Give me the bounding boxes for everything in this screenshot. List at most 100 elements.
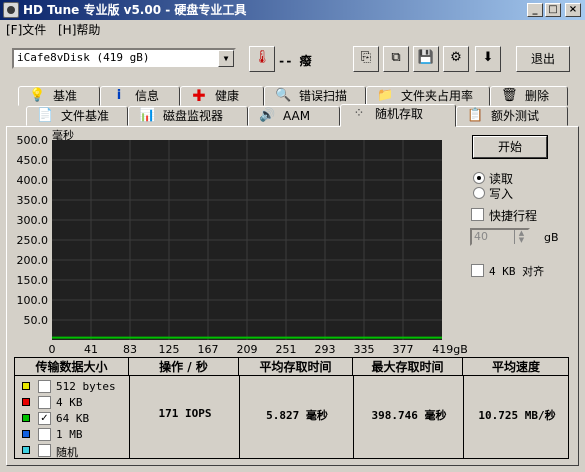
tab-info[interactable]: i 信息 [100,86,180,106]
health-cross-icon: ✚ [192,86,206,105]
tab-file-benchmark[interactable]: 📄 文件基准 [26,106,128,126]
transfer-size-label: 1 MB [56,428,83,441]
tab-extra-tests[interactable]: 📋 额外测试 [456,106,568,126]
y-tick-label: 200.0 [16,254,49,267]
copy-info-icon[interactable]: ⎘ [353,46,379,72]
avg-access-value: 5.827 毫秒 [266,409,328,422]
y-tick-label: 100.0 [16,294,49,307]
tab-random-access[interactable]: ⁘ 随机存取 [340,104,456,127]
max-access-value: 398.746 毫秒 [371,409,447,422]
y-tick-label: 400.0 [16,174,49,187]
scatter-icon: ⁘ [353,106,365,121]
transfer-size-checkbox[interactable] [38,396,51,409]
header-ops: 操作 / 秒 [129,358,239,376]
avg-speed-value: 10.725 MB/秒 [478,409,556,422]
save-icon[interactable]: 💾 [413,46,439,72]
x-tick-label: 41 [84,343,98,356]
series-color-swatch [22,398,30,406]
transfer-size-label: 随机 [56,446,78,459]
header-transfer-size: 传输数据大小 [15,358,129,376]
y-tick-label: 450.0 [16,154,49,167]
x-tick-label: 125 [158,343,180,356]
transfer-size-checkbox[interactable] [38,444,51,457]
transfer-size-checkbox[interactable] [38,380,51,393]
series-color-swatch [22,414,30,422]
y-tick-label: 50.0 [23,314,49,327]
speaker-icon: 🔊 [259,108,276,123]
quick-stroke-unit: gB [544,231,559,244]
x-tick-label: 251 [275,343,297,356]
x-tick-label: 167 [197,343,219,356]
exit-button[interactable]: 退出 [516,46,570,72]
magnifier-icon: 🔍 [275,88,292,103]
options-icon[interactable]: ⚙ [443,46,469,72]
y-tick-label: 150.0 [16,274,49,287]
series-color-swatch [22,382,30,390]
tab-aam[interactable]: 🔊 AAM [248,106,340,126]
y-tick-label: 250.0 [16,234,49,247]
transfer-size-label: 4 KB [56,396,83,409]
quick-stroke-checkbox[interactable] [471,208,484,221]
y-tick-label: 300.0 [16,214,49,227]
x-tick-label: 377 [392,343,414,356]
temperature-readout: -- 癈 [278,54,312,68]
random-access-chart [52,140,442,340]
y-tick-label: 500.0 [16,134,49,147]
folder-icon: 📁 [377,88,394,103]
drive-value: iCafe8vDisk (419 gB) [17,51,150,64]
y-tick-label: 350.0 [16,194,49,207]
spinner-arrows-icon[interactable]: ▲ ▼ [514,230,528,244]
transfer-size-label: 512 bytes [56,380,116,393]
info-icon: i [116,88,122,103]
extra-tests-icon: 📋 [467,108,484,123]
quick-stroke-spinner[interactable]: 40 ▲ ▼ [470,228,530,246]
x-tick-label: 209 [236,343,258,356]
down-arrow-icon[interactable]: ⬇ [475,46,501,72]
close-button[interactable]: × [565,3,581,17]
menu-bar: [F]文件 [H]帮助 [0,20,585,40]
title-bar: HD Tune 专业版 v5.00 - 硬盘专业工具 _ □ × [0,0,585,20]
x-tick-label: 0 [48,343,56,356]
series-color-swatch [22,446,30,454]
quick-stroke-value: 40 [474,230,488,243]
tab-benchmark[interactable]: 💡 基准 [18,86,100,106]
chevron-down-icon[interactable]: ▼ [218,50,234,67]
transfer-size-checkbox[interactable] [38,428,51,441]
minimize-button[interactable]: _ [527,3,543,17]
copy-screenshot-icon[interactable]: ⧉ [383,46,409,72]
header-max-access: 最大存取时间 [353,358,463,376]
thermometer-icon[interactable]: 🌡 [249,46,275,72]
drive-select[interactable]: iCafe8vDisk (419 gB) ▼ [12,48,236,69]
align-4kb-checkbox[interactable] [471,264,484,277]
bar-chart-icon: 📊 [139,108,156,123]
read-radio[interactable] [473,172,485,184]
menu-file[interactable]: [F]文件 [6,20,46,40]
write-label: 写入 [489,187,514,201]
x-tick-label: 419gB [432,343,468,356]
menu-help[interactable]: [H]帮助 [58,20,100,40]
app-icon [3,2,19,18]
quick-stroke-label: 快捷行程 [489,209,538,223]
lightbulb-icon: 💡 [29,88,46,103]
header-avg-speed: 平均速度 [463,358,569,376]
tab-health[interactable]: ✚ 健康 [180,86,264,106]
window-title: HD Tune 专业版 v5.00 - 硬盘专业工具 [23,3,247,17]
x-tick-label: 83 [123,343,137,356]
x-tick-label: 293 [314,343,336,356]
tab-error-scan[interactable]: 🔍 错误扫描 [264,86,366,106]
ops-value: 171 IOPS [158,407,212,420]
write-radio[interactable] [473,187,485,199]
series-color-swatch [22,430,30,438]
start-button[interactable]: 开始 [472,135,548,159]
transfer-size-label: 64 KB [56,412,90,425]
maximize-button[interactable]: □ [545,3,561,17]
file-benchmark-icon: 📄 [37,108,54,123]
tab-disk-monitor[interactable]: 📊 磁盘监视器 [128,106,248,126]
header-avg-access: 平均存取时间 [239,358,353,376]
trash-icon: 🗑 [501,88,518,103]
align-4kb-label: 4 KB 对齐 [489,265,545,278]
x-tick-label: 335 [353,343,375,356]
tab-erase[interactable]: 🗑 删除 [490,86,568,106]
tab-folder-usage[interactable]: 📁 文件夹占用率 [366,86,490,106]
transfer-size-checkbox[interactable]: ✓ [38,412,51,425]
